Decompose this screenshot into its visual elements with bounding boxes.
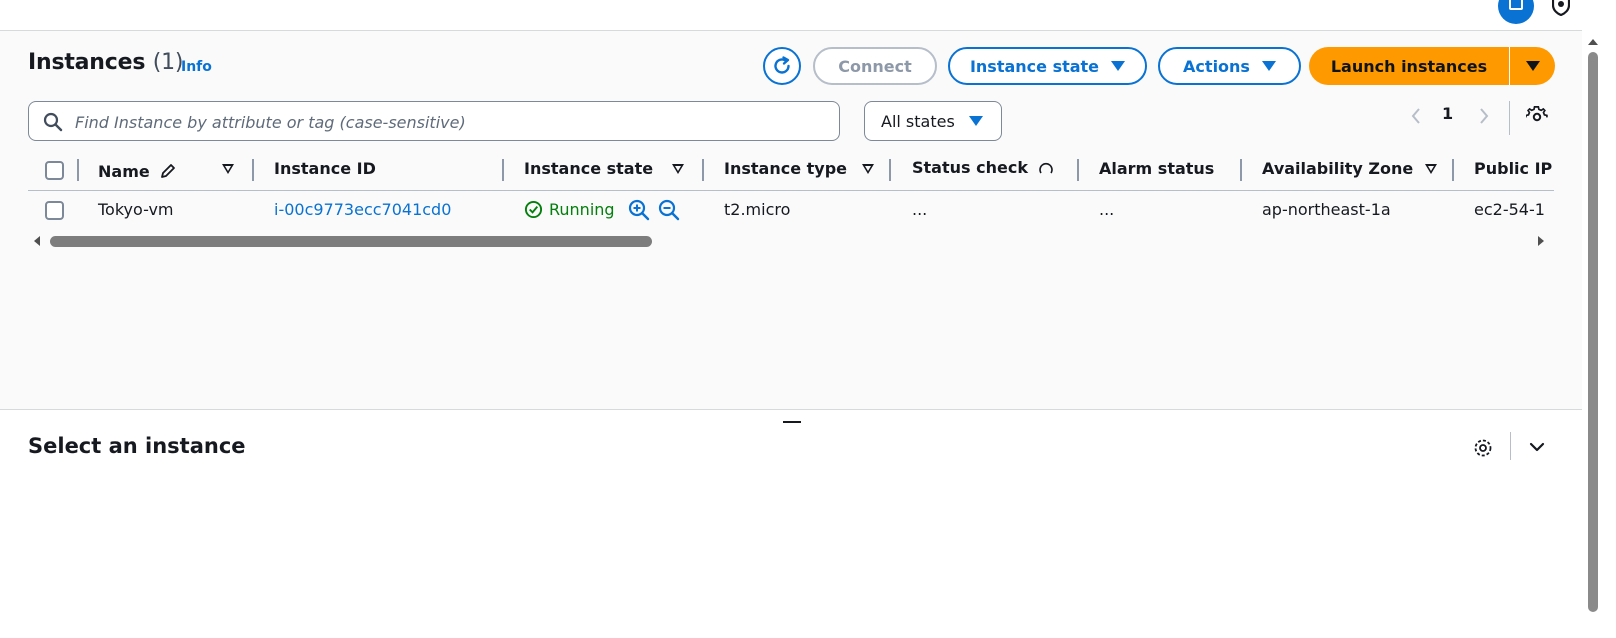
sort-down-icon[interactable] [1425,164,1437,174]
connect-button[interactable]: Connect [813,47,937,85]
search-field [28,101,840,141]
states-filter-select[interactable]: All states [864,101,1002,141]
zoom-out-icon[interactable] [658,199,680,221]
cell-name: Tokyo-vm [98,200,174,219]
select-all-checkbox[interactable] [45,161,64,180]
states-filter-value: All states [881,111,955,131]
cell-public-ip: ec2-54-1 [1474,200,1545,219]
details-toolbar-divider [1510,432,1511,460]
actions-button-label: Actions [1183,56,1250,76]
split-panel-divider [0,409,1582,410]
resize-handle[interactable] [783,421,801,423]
actions-button[interactable]: Actions [1158,47,1301,85]
current-page-number[interactable]: 1 [1442,104,1453,123]
cell-status-check: ... [912,200,928,219]
instance-state-button[interactable]: Instance state [948,47,1147,85]
loading-spinner-icon [1038,162,1053,174]
launch-instances-split-button: Launch instances [1309,47,1555,85]
edit-pencil-icon [161,164,176,178]
sort-down-icon[interactable] [222,164,234,174]
column-header-instance-id[interactable]: Instance ID [274,159,376,178]
refresh-button[interactable] [763,47,801,85]
instance-state-button-label: Instance state [969,56,1100,76]
cell-instance-type: t2.micro [724,200,791,219]
gear-icon[interactable] [1526,106,1548,128]
connect-button-label: Connect [838,56,912,76]
column-header-status-check-label: Status check [912,158,1028,177]
launch-instances-button[interactable]: Launch instances [1309,47,1510,85]
column-header-alarm-status[interactable]: Alarm status [1099,159,1214,178]
cell-alarm-status: ... [1099,200,1115,219]
zoom-in-icon[interactable] [628,199,650,221]
column-divider [502,159,504,181]
page-title-text: Instances [28,50,146,75]
column-divider [702,159,704,181]
instances-panel [0,31,1582,409]
caret-down-icon [1111,61,1126,71]
column-divider [252,159,254,181]
instance-count: (1) [152,50,184,75]
horizontal-scrollbar-thumb[interactable] [50,236,652,247]
cell-instance-state: Running [524,200,615,219]
column-divider [1077,159,1079,181]
caret-down-icon [1261,61,1276,71]
vertical-scrollbar-thumb[interactable] [1588,52,1598,612]
scroll-up-arrow[interactable] [1587,37,1599,47]
previous-page-icon[interactable] [1410,106,1422,126]
column-header-instance-type[interactable]: Instance type [724,159,847,178]
chevron-down-icon[interactable] [1528,440,1546,454]
cell-availability-zone: ap-northeast-1a [1262,200,1391,219]
page-title: Instances (1) [28,50,183,75]
next-page-icon[interactable] [1478,106,1490,126]
scroll-left-arrow[interactable] [32,235,42,247]
search-icon [43,112,63,132]
column-header-availability-zone[interactable]: Availability Zone [1262,159,1413,178]
search-input[interactable] [73,110,817,134]
cell-instance-id-link[interactable]: i-00c9773ecc7041cd0 [274,200,451,219]
column-header-name-label: Name [98,162,150,181]
column-header-name[interactable]: Name [98,159,177,181]
row-checkbox[interactable] [45,201,64,220]
pagination-divider [1509,101,1510,135]
info-link[interactable]: Info [181,59,212,75]
column-header-status-check[interactable]: Status check [912,157,1054,177]
launch-options-dropdown[interactable] [1510,47,1555,85]
column-divider [889,159,891,181]
details-panel-title: Select an instance [28,434,246,458]
success-check-icon [524,200,543,219]
cell-public-ip-wrapper: ec2-54-1 [1474,200,1554,219]
caret-down-icon [1525,61,1540,71]
scroll-right-arrow[interactable] [1536,235,1546,247]
sort-down-icon[interactable] [672,164,684,174]
column-header-instance-state[interactable]: Instance state [524,159,653,178]
table-header-divider [28,190,1554,191]
state-running-label: Running [549,200,615,219]
sort-down-icon[interactable] [862,164,874,174]
gear-icon[interactable] [1473,438,1493,458]
column-header-public-ip-wrapper: Public IP [1474,159,1554,178]
column-divider [77,159,79,181]
refresh-icon [774,56,790,74]
column-divider [1240,159,1242,181]
shield-icon[interactable] [1552,0,1570,16]
top-navigation-bar [0,0,1582,31]
caret-down-icon [968,116,983,126]
column-divider [1452,159,1454,181]
column-header-public-ip[interactable]: Public IP [1474,159,1554,178]
